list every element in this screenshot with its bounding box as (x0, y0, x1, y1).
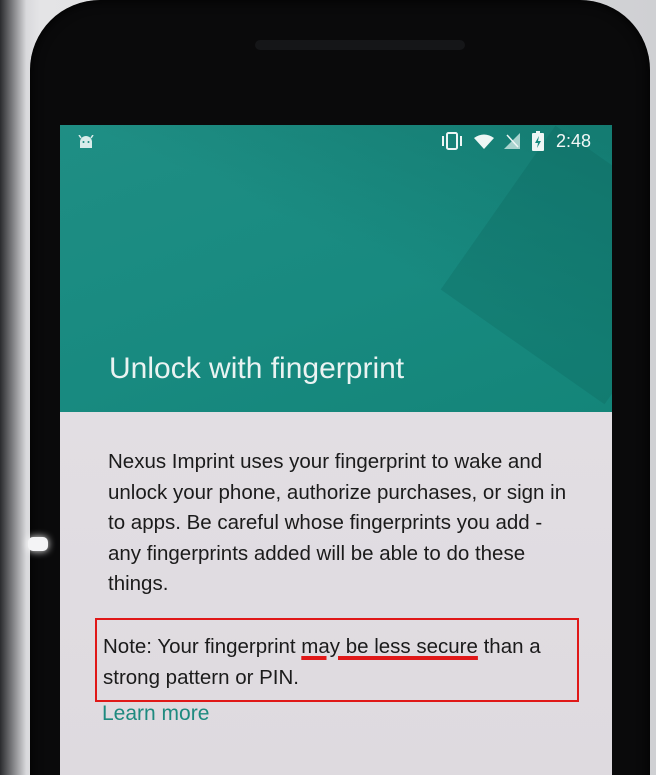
status-clock: 2:48 (556, 131, 592, 151)
light-reflection (28, 537, 48, 551)
note-highlight-underline: may be less secure (301, 635, 478, 658)
note-text-start: Note: Your fingerprint (103, 635, 302, 658)
earpiece-speaker (255, 40, 465, 50)
android-icon (78, 135, 94, 148)
vibrate-icon (442, 132, 462, 150)
learn-more-link[interactable]: Learn more (102, 700, 209, 728)
wifi-icon (474, 134, 494, 149)
battery-charging-icon (532, 131, 544, 151)
security-note: Note: Your fingerprint may be less secur… (103, 631, 573, 693)
photo-background: 2:48 Unlock with fingerprint Nexus Impri… (0, 0, 656, 775)
page-title: Unlock with fingerprint (109, 352, 405, 385)
signal-icon (504, 133, 520, 149)
phone-screen: 2:48 Unlock with fingerprint Nexus Impri… (60, 125, 612, 775)
description-text: Nexus Imprint uses your fingerprint to w… (108, 450, 567, 595)
content-area: Nexus Imprint uses your fingerprint to w… (60, 412, 612, 775)
status-bar: 2:48 (60, 125, 612, 155)
setup-header: 2:48 Unlock with fingerprint (60, 125, 612, 412)
